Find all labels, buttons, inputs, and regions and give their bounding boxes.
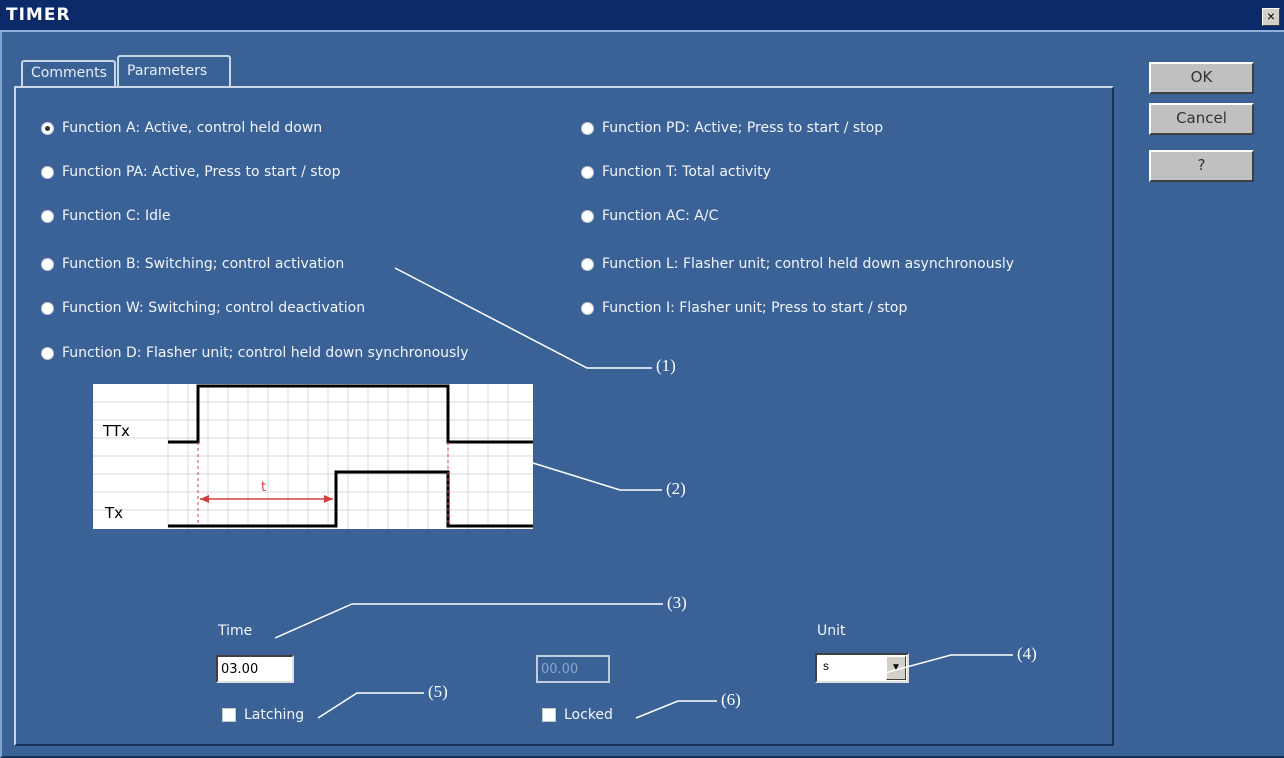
callout-4: (4) [1017, 644, 1037, 663]
callout-1: (1) [656, 356, 676, 375]
callout-5: (5) [428, 682, 448, 701]
callout-3: (3) [667, 593, 687, 612]
callout-2: (2) [666, 479, 686, 498]
callout-lines [274, 267, 1013, 719]
callout-6: (6) [721, 690, 741, 709]
